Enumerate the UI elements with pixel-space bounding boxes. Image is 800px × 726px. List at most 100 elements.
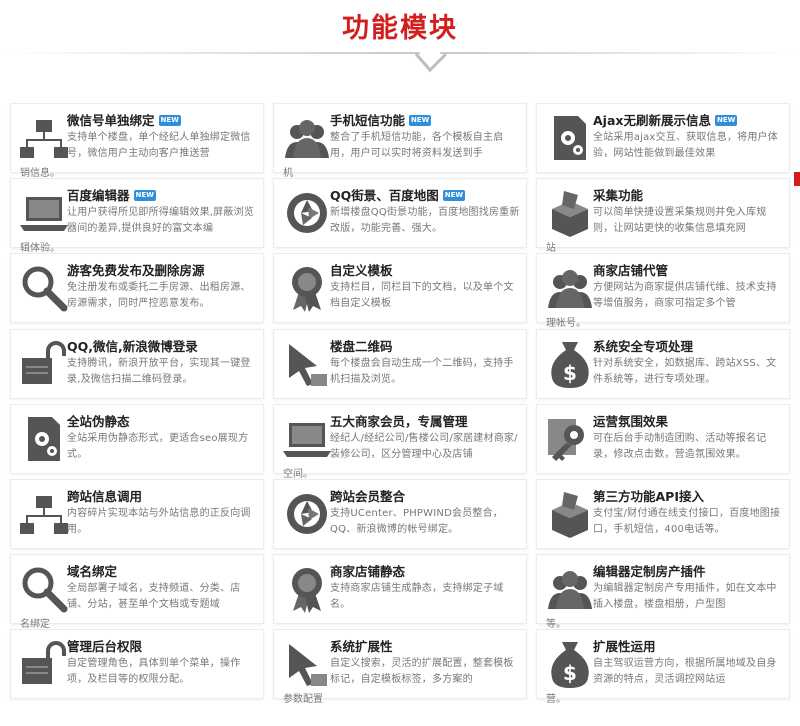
module-title: 采集功能 [593, 188, 644, 203]
module-title: 游客免费发布及删除房源 [67, 263, 205, 278]
module-title: 域名绑定 [67, 564, 118, 579]
sitemap-icon [18, 488, 70, 540]
box-icon [544, 488, 596, 540]
module-description-overflow: 站 [546, 243, 556, 254]
box-icon [544, 187, 596, 239]
module-card[interactable]: 域名绑定全局部署子域名，支持频道、分类、店铺、分站，甚至单个文档或专题域 [10, 554, 264, 624]
money-bag-icon: $ [544, 338, 596, 390]
module-title: 系统安全专项处理 [593, 339, 694, 354]
module-title: 跨站会员整合 [330, 489, 406, 504]
module-description: 方便网站为商家提供店铺代维、技术支持等增值服务，商家可指定多个管 [593, 282, 777, 309]
module-title: 自定义模板 [330, 263, 393, 278]
users-icon [544, 262, 596, 314]
module-description: 新增楼盘QQ街景功能，百度地图找房重新改版，功能完善、强大。 [330, 207, 520, 234]
module-description: 支持腾讯，新浪开放平台，实现其一键登录,及微信扫描二维码登录。 [67, 358, 251, 385]
module-description-overflow: 理帐号。 [546, 318, 586, 329]
module-card[interactable]: 五大商家会员，专属管理 经纪人/经纪公司/售楼公司/家居建材商家/装修公司，区分管… [273, 404, 527, 474]
module-card[interactable]: $ 系统安全专项处理针对系统安全，如数据库、跨站XSS、文件系统等，进行专项处理。 [536, 329, 790, 399]
module-title: QQ,微信,新浪微博登录 [67, 339, 198, 354]
module-description: 每个楼盘会自动生成一个二维码，支持手机扫描及浏览。 [330, 358, 514, 385]
module-card[interactable]: 编辑器定制房产插件为编辑器定制房产专用插件，如在文本中插入楼盘，楼盘相册，户型图 [536, 554, 790, 624]
module-description: 自主驾驭运营方向，根据所属地域及自身资源的特点，灵活调控网站运 [593, 658, 777, 685]
module-title: 系统扩展性 [330, 639, 393, 654]
laptop-icon [281, 413, 333, 465]
module-description: 针对系统安全，如数据库、跨站XSS、文件系统等，进行专项处理。 [593, 358, 777, 385]
module-description: 为编辑器定制房产专用插件，如在文本中插入楼盘，楼盘相册，户型图 [593, 583, 777, 610]
module-card[interactable]: 自定义模板支持栏目，同栏目下的文档，以及单个文档自定义模板 [273, 253, 527, 323]
module-grid: 微信号单独绑定 NEW 支持单个楼盘，单个经纪人单独绑定微信号，微信用户主动向客户推… [0, 0, 800, 726]
module-card[interactable]: QQ,微信,新浪微博登录支持腾讯，新浪开放平台，实现其一键登录,及微信扫描二维码… [10, 329, 264, 399]
new-badge: NEW [158, 115, 181, 126]
svg-text:$: $ [563, 661, 577, 685]
module-description: 让用户获得所见即所得编辑效果,屏蔽浏览器间的差异,提供良好的富文本编 [67, 207, 254, 234]
module-card[interactable]: 采集功能可以简单快捷设置采集规则并免入库规则，让网站更快的收集信息填充网 [536, 178, 790, 248]
module-card[interactable]: 游客免费发布及删除房源 免注册发布或委托二手房源、出租房源、房源需求，同时严控恶意… [10, 253, 264, 323]
module-description: 自定管理角色，具体到单个菜单，操作项，及栏目等的权限分配。 [67, 658, 241, 685]
module-title: 扩展性运用 [593, 639, 656, 654]
module-description-overflow: 辑体验。 [20, 243, 60, 254]
module-title: 跨站信息调用 [67, 489, 143, 504]
module-description-overflow: 销信息。 [20, 168, 60, 179]
module-card[interactable]: $ 扩展性运用自主驾驭运营方向，根据所属地域及自身资源的特点，灵活调控网站运 [536, 629, 790, 699]
aperture-icon [281, 187, 333, 239]
module-description-overflow: 参数配置 [283, 694, 323, 705]
module-card[interactable]: 跨站会员整合支持UCenter、PHPWIND会员整合，QQ、新浪微博的帐号绑定… [273, 479, 527, 549]
module-description: 可以简单快捷设置采集规则并免入库规则，让网站更快的收集信息填充网 [593, 207, 767, 234]
module-card[interactable]: 运营氛围效果可在后台手动制造团购、活动等报名记录，修改点击数，营造氛围效果。 [536, 404, 790, 474]
module-description: 可在后台手动制造团购、活动等报名记录，修改点击数，营造氛围效果。 [593, 433, 767, 460]
module-description: 整合了手机短信功能，各个模板自主启用，用户可以实时将资料发送到手 [330, 132, 504, 159]
module-title: 商家店铺代管 [593, 263, 669, 278]
module-description: 支付宝/财付通在线支付接口，百度地图接口，手机短信，400电话等。 [593, 508, 781, 535]
new-badge: NEW [409, 115, 432, 126]
award-icon [281, 563, 333, 615]
users-icon [544, 563, 596, 615]
doc-gears-icon [544, 112, 596, 164]
module-title: 商家店铺静态 [330, 564, 406, 579]
module-description-overflow: 机 [283, 168, 293, 179]
module-description: 内容碎片实现本站与外站信息的正反向调用。 [67, 508, 251, 535]
award-icon [281, 262, 333, 314]
module-title: 微信号单独绑定 NEW [67, 113, 181, 128]
cursor-icon [281, 638, 333, 690]
module-title: 楼盘二维码 [330, 339, 393, 354]
sitemap-icon [18, 112, 70, 164]
module-description: 全站采用伪静态形式，更适合seo展现方式。 [67, 433, 249, 460]
module-title: 编辑器定制房产插件 [593, 564, 706, 579]
module-card[interactable]: Ajax无刷新展示信息 NEW 全站采用ajax交互、获取信息，将用户体验，网站性能… [536, 103, 790, 173]
module-description: 支持UCenter、PHPWIND会员整合，QQ、新浪微博的帐号绑定。 [330, 508, 503, 535]
module-description: 全站采用ajax交互、获取信息，将用户体验，网站性能做到最佳效果 [593, 132, 778, 159]
module-description: 支持单个楼盘，单个经纪人单独绑定微信号，微信用户主动向客户推送营 [67, 132, 251, 159]
module-title: 手机短信功能 NEW [330, 113, 432, 128]
module-card[interactable]: 管理后台权限自定管理角色，具体到单个菜单，操作项，及栏目等的权限分配。 [10, 629, 264, 699]
magnifier-icon [18, 563, 70, 615]
new-badge: NEW [133, 190, 156, 201]
module-description: 支持栏目，同栏目下的文档，以及单个文档自定义模板 [330, 282, 514, 309]
module-title: 全站伪静态 [67, 414, 130, 429]
users-icon [281, 112, 333, 164]
module-card[interactable]: 百度编辑器 NEW 让用户获得所见即所得编辑效果,屏蔽浏览器间的差异,提供良好的富文… [10, 178, 264, 248]
module-card[interactable]: 跨站信息调用内容碎片实现本站与外站信息的正反向调用。 [10, 479, 264, 549]
module-title: 管理后台权限 [67, 639, 143, 654]
svg-text:$: $ [563, 361, 577, 385]
module-card[interactable]: 商家店铺静态 支持商家店铺生成静态，支持绑定子域名。 [273, 554, 527, 624]
module-description: 全局部署子域名，支持频道、分类、店铺、分站，甚至单个文档或专题域 [67, 583, 241, 610]
module-card[interactable]: 商家店铺代管方便网站为商家提供店铺代维、技术支持等增值服务，商家可指定多个管 [536, 253, 790, 323]
cursor-icon [281, 338, 333, 390]
unlock-icon [18, 638, 70, 690]
module-description-overflow: 等。 [546, 619, 566, 630]
module-title: Ajax无刷新展示信息 NEW [593, 113, 738, 128]
new-badge: NEW [714, 115, 738, 126]
module-card[interactable]: 第三方功能API接入 支付宝/财付通在线支付接口，百度地图接口，手机短信，400电… [536, 479, 790, 549]
aperture-icon [281, 488, 333, 540]
module-description-overflow: 空间。 [283, 469, 313, 480]
module-card[interactable]: 楼盘二维码每个楼盘会自动生成一个二维码，支持手机扫描及浏览。 [273, 329, 527, 399]
module-card[interactable]: 系统扩展性自定义搜索，灵活的扩展配置，整套模板标记，自定模板标签，多方案的 [273, 629, 527, 699]
module-title: 五大商家会员，专属管理 [330, 414, 468, 429]
module-description: 自定义搜索，灵活的扩展配置，整套模板标记，自定模板标签，多方案的 [330, 658, 514, 685]
module-card[interactable]: 全站伪静态全站采用伪静态形式，更适合seo展现方式。 [10, 404, 264, 474]
module-card[interactable]: 微信号单独绑定 NEW 支持单个楼盘，单个经纪人单独绑定微信号，微信用户主动向客户推… [10, 103, 264, 173]
module-card[interactable]: QQ街景、百度地图 NEW 新增楼盘QQ街景功能，百度地图找房重新改版，功能完善、强… [273, 178, 527, 248]
module-card[interactable]: 手机短信功能 NEW 整合了手机短信功能，各个模板自主启用，用户可以实时将资料发送到… [273, 103, 527, 173]
new-badge: NEW [442, 190, 466, 201]
module-title: 运营氛围效果 [593, 414, 669, 429]
